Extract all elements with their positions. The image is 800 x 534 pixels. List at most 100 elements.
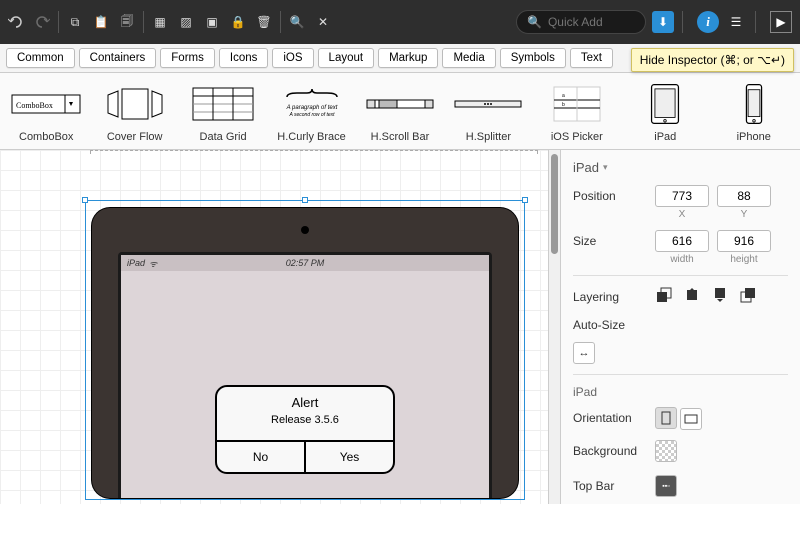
canvas[interactable]: iPad ᯤ 02:57 PM Alert Release 3.5.6 No Y… [0,150,548,504]
play-icon[interactable]: ▶ [770,11,792,33]
ipad-screen: iPad ᯤ 02:57 PM Alert Release 3.5.6 No Y… [121,255,489,498]
svg-text:A paragraph of text: A paragraph of text [285,105,337,111]
size-height-sub: height [730,254,757,265]
iphone-thumb [719,83,789,125]
orientation-portrait-button[interactable] [655,407,677,429]
comp-combobox[interactable]: ComboBox ComboBox [8,83,84,143]
datagrid-thumb [188,83,258,125]
lock-icon[interactable]: 🔒 [230,14,246,30]
tab-containers[interactable]: Containers [79,48,157,68]
comp-datagrid[interactable]: Data Grid [185,83,261,143]
comp-hscrollbar[interactable]: H.Scroll Bar [362,83,438,143]
hcurlybrace-thumb: A paragraph of textA second row of text [277,83,347,125]
bring-front-icon[interactable]: ▣ [204,14,220,30]
alert-dialog[interactable]: Alert Release 3.5.6 No Yes [215,385,395,474]
comp-hsplitter[interactable]: H.Splitter [450,83,526,143]
tab-layout[interactable]: Layout [318,48,375,68]
inbox-icon[interactable]: ⬇ [652,11,674,33]
tab-forms[interactable]: Forms [160,48,215,68]
comp-label: H.Scroll Bar [371,131,430,143]
canvas-scrollbar[interactable] [548,150,560,504]
zoom-icon[interactable]: 🔍 [289,14,305,30]
comp-label: H.Curly Brace [277,131,345,143]
quick-add-input[interactable] [548,15,638,29]
inspector-title: iPad [573,160,599,175]
toolbar-divider [682,11,683,33]
layering-label: Layering [573,286,647,304]
clipboard-icon[interactable]: 🗐 [119,14,135,30]
comp-label: H.Splitter [466,131,511,143]
info-icon[interactable]: i [697,11,719,33]
alert-no-button[interactable]: No [217,442,306,472]
inspector-divider [573,275,788,276]
group-icon[interactable]: ▦ [152,14,168,30]
main-area: iPad ᯤ 02:57 PM Alert Release 3.5.6 No Y… [0,150,800,504]
resize-handle-tl[interactable] [82,197,88,203]
send-back-icon[interactable] [711,286,729,304]
topbar-style-button[interactable]: ▪▪▫ [655,475,677,497]
camera-icon [301,226,309,234]
resize-handle-tm[interactable] [302,197,308,203]
scrollbar-thumb[interactable] [551,154,558,254]
inspector-panel: iPad ▾ Position X Y Size width [560,150,800,504]
search-icon: 🔍 [527,15,542,29]
tab-ios[interactable]: iOS [272,48,313,68]
toolbar-divider [58,11,59,33]
inspector-divider [573,374,788,375]
chevron-down-icon: ▾ [603,162,608,173]
comp-hcurlybrace[interactable]: A paragraph of textA second row of text … [273,83,349,143]
svg-text:A second row of text: A second row of text [288,112,335,118]
copy-icon[interactable]: ⧉ [67,14,83,30]
tab-symbols[interactable]: Symbols [500,48,566,68]
size-width-input[interactable] [655,230,709,252]
svg-text:b: b [562,102,565,108]
quick-add-search[interactable]: 🔍 [516,10,646,34]
comp-ipad[interactable]: iPad [627,83,703,143]
send-backward-icon[interactable] [683,286,701,304]
position-y-input[interactable] [717,185,771,207]
wifi-icon: ᯤ [149,257,157,270]
tab-markup[interactable]: Markup [378,48,438,68]
statusbar-time: 02:57 PM [286,258,325,268]
paste-icon[interactable]: 📋 [93,14,109,30]
comp-iphone[interactable]: iPhone [716,83,792,143]
position-label: Position [573,185,647,203]
top-toolbar: ⧉ 📋 🗐 ▦ ▨ ▣ 🔒 🗑 🔍 ✕ 🔍 ⬇ i ☰ ▶ [0,0,800,44]
coverflow-thumb [100,83,170,125]
settings-icon[interactable]: ✕ [315,14,331,30]
undo-icon[interactable] [8,14,24,30]
tab-text[interactable]: Text [570,48,613,68]
ungroup-icon[interactable]: ▨ [178,14,194,30]
comp-label: Data Grid [200,131,247,143]
trash-icon[interactable]: 🗑 [256,14,272,30]
alert-yes-button[interactable]: Yes [306,442,393,472]
comp-label: iPhone [737,131,771,143]
resize-handle-tr[interactable] [522,197,528,203]
bring-forward-icon[interactable] [655,286,673,304]
orientation-landscape-button[interactable] [680,408,702,430]
comp-coverflow[interactable]: Cover Flow [96,83,172,143]
inspector-header[interactable]: iPad ▾ [573,160,788,175]
comp-label: Cover Flow [107,131,163,143]
ipad-mockup[interactable]: iPad ᯤ 02:57 PM Alert Release 3.5.6 No Y… [92,208,518,498]
size-label: Size [573,230,647,248]
position-x-sub: X [679,209,686,220]
position-x-input[interactable] [655,185,709,207]
tab-icons[interactable]: Icons [219,48,269,68]
component-shelf: ComboBox ComboBox Cover Flow Data Grid A… [0,73,800,150]
autosize-horizontal-button[interactable]: ↔ [573,342,595,364]
tab-common[interactable]: Common [6,48,75,68]
size-height-input[interactable] [717,230,771,252]
comp-iospicker[interactable]: ab iOS Picker [539,83,615,143]
alert-title: Alert [217,387,393,414]
ipad-thumb [630,83,700,125]
tab-media[interactable]: Media [442,48,495,68]
bring-front-icon[interactable] [739,286,757,304]
redo-icon[interactable] [34,14,50,30]
hsplitter-thumb [453,83,523,125]
topbar-label: Top Bar [573,475,647,493]
list-icon[interactable]: ☰ [725,11,747,33]
device-section-label: iPad [573,385,788,399]
background-swatch[interactable] [655,440,677,462]
svg-text:a: a [562,93,565,99]
